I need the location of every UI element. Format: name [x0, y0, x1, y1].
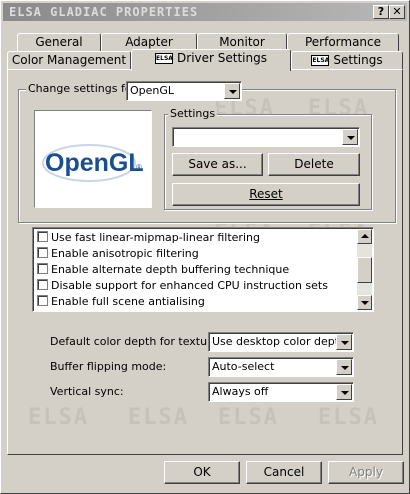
buffer-flipping-label: Buffer flipping mode:	[50, 360, 167, 373]
chevron-down-icon[interactable]	[336, 359, 352, 375]
driver-settings-panel: ELSA ELSA ELSA ELSA ELSA ELSA ELSA ELSA …	[7, 69, 403, 455]
list-item[interactable]: Enable anisotropic filtering	[37, 246, 199, 262]
texture-depth-label: Default color depth for textures:	[50, 335, 228, 348]
elsa-logo-icon: ELSA	[155, 53, 174, 64]
option-label: Enable alternate depth buffering techniq…	[51, 263, 290, 276]
window-title: ELSA GLADIAC PROPERTIES	[9, 5, 199, 19]
option-label: Use fast linear-mipmap-linear filtering	[51, 231, 260, 244]
tab-settings[interactable]: ELSA Settings	[291, 51, 403, 70]
option-label: Enable full scene antialising	[51, 295, 205, 308]
buffer-flipping-dropdown[interactable]: Auto-select	[208, 357, 354, 377]
tab-driver-settings[interactable]: ELSA Driver Settings	[131, 49, 291, 71]
chevron-down-icon[interactable]	[224, 83, 240, 99]
scroll-down-arrow-icon[interactable]	[357, 295, 372, 310]
chevron-down-icon[interactable]	[336, 334, 352, 350]
list-item[interactable]: Disable support for enhanced CPU instruc…	[37, 278, 328, 294]
settings-dropdown[interactable]	[172, 127, 360, 147]
cancel-button[interactable]: Cancel	[246, 461, 322, 484]
tab-performance[interactable]: Performance	[287, 33, 399, 52]
tab-color-management[interactable]: Color Management	[7, 51, 131, 70]
list-item[interactable]: Enable alternate depth buffering techniq…	[37, 262, 289, 278]
list-item[interactable]: Enable full scene antialising	[37, 294, 205, 310]
checkbox[interactable]	[37, 231, 48, 242]
elsa-watermark: ELSA	[128, 405, 189, 430]
option-label: Enable anisotropic filtering	[51, 247, 199, 260]
elsa-watermark: ELSA	[218, 405, 279, 430]
close-button[interactable]: ✕	[389, 5, 405, 19]
title-bar[interactable]: ELSA GLADIAC PROPERTIES ? ✕	[3, 3, 407, 21]
options-scrollbar[interactable]	[357, 229, 372, 310]
buffer-flipping-value: Auto-select	[212, 360, 275, 373]
change-settings-label: Change settings for	[26, 82, 139, 95]
scroll-up-arrow-icon[interactable]	[357, 229, 372, 244]
options-list[interactable]: Use fast linear-mipmap-linear filtering …	[32, 227, 374, 312]
reset-button[interactable]: Reset	[172, 183, 360, 206]
vertical-sync-value: Always off	[212, 385, 269, 398]
registered-mark: ®	[136, 163, 142, 172]
save-as-button[interactable]: Save as...	[172, 153, 263, 176]
settings-group-label: Settings	[168, 107, 218, 120]
change-settings-dropdown[interactable]: OpenGL	[126, 81, 242, 101]
checkbox[interactable]	[37, 263, 48, 274]
scroll-thumb[interactable]	[357, 257, 372, 283]
chevron-down-icon[interactable]	[336, 384, 352, 400]
checkbox[interactable]	[37, 247, 48, 258]
elsa-watermark: ELSA	[318, 405, 379, 430]
list-item[interactable]: Use fast linear-mipmap-linear filtering	[37, 230, 260, 246]
vertical-sync-dropdown[interactable]: Always off	[208, 382, 354, 402]
close-icon: ✕	[392, 5, 402, 18]
opengl-logo: OpenGL ®	[34, 110, 152, 208]
delete-button[interactable]: Delete	[268, 153, 360, 176]
tab-general[interactable]: General	[17, 33, 101, 52]
properties-window: ELSA GLADIAC PROPERTIES ? ✕ General Adap…	[0, 0, 410, 494]
chevron-down-icon[interactable]	[342, 129, 358, 145]
elsa-logo-icon: ELSA	[311, 55, 330, 66]
vertical-sync-label: Vertical sync:	[50, 385, 124, 398]
reset-label: Reset	[249, 187, 283, 201]
elsa-watermark: ELSA	[28, 405, 89, 430]
change-settings-value: OpenGL	[130, 84, 175, 97]
checkbox[interactable]	[37, 279, 48, 290]
texture-depth-value: Use desktop color depth	[212, 335, 347, 348]
texture-depth-dropdown[interactable]: Use desktop color depth	[208, 332, 354, 352]
checkbox[interactable]	[37, 295, 48, 306]
help-button[interactable]: ?	[373, 5, 389, 19]
opengl-logo-text: OpenGL	[45, 149, 144, 177]
opengl-logo-icon: OpenGL ®	[42, 144, 144, 182]
option-label: Disable support for enhanced CPU instruc…	[51, 279, 328, 292]
tab-driver-settings-label: Driver Settings	[177, 51, 267, 65]
tab-settings-label: Settings	[333, 53, 383, 67]
ok-button[interactable]: OK	[164, 461, 240, 484]
apply-button[interactable]: Apply	[328, 461, 404, 484]
